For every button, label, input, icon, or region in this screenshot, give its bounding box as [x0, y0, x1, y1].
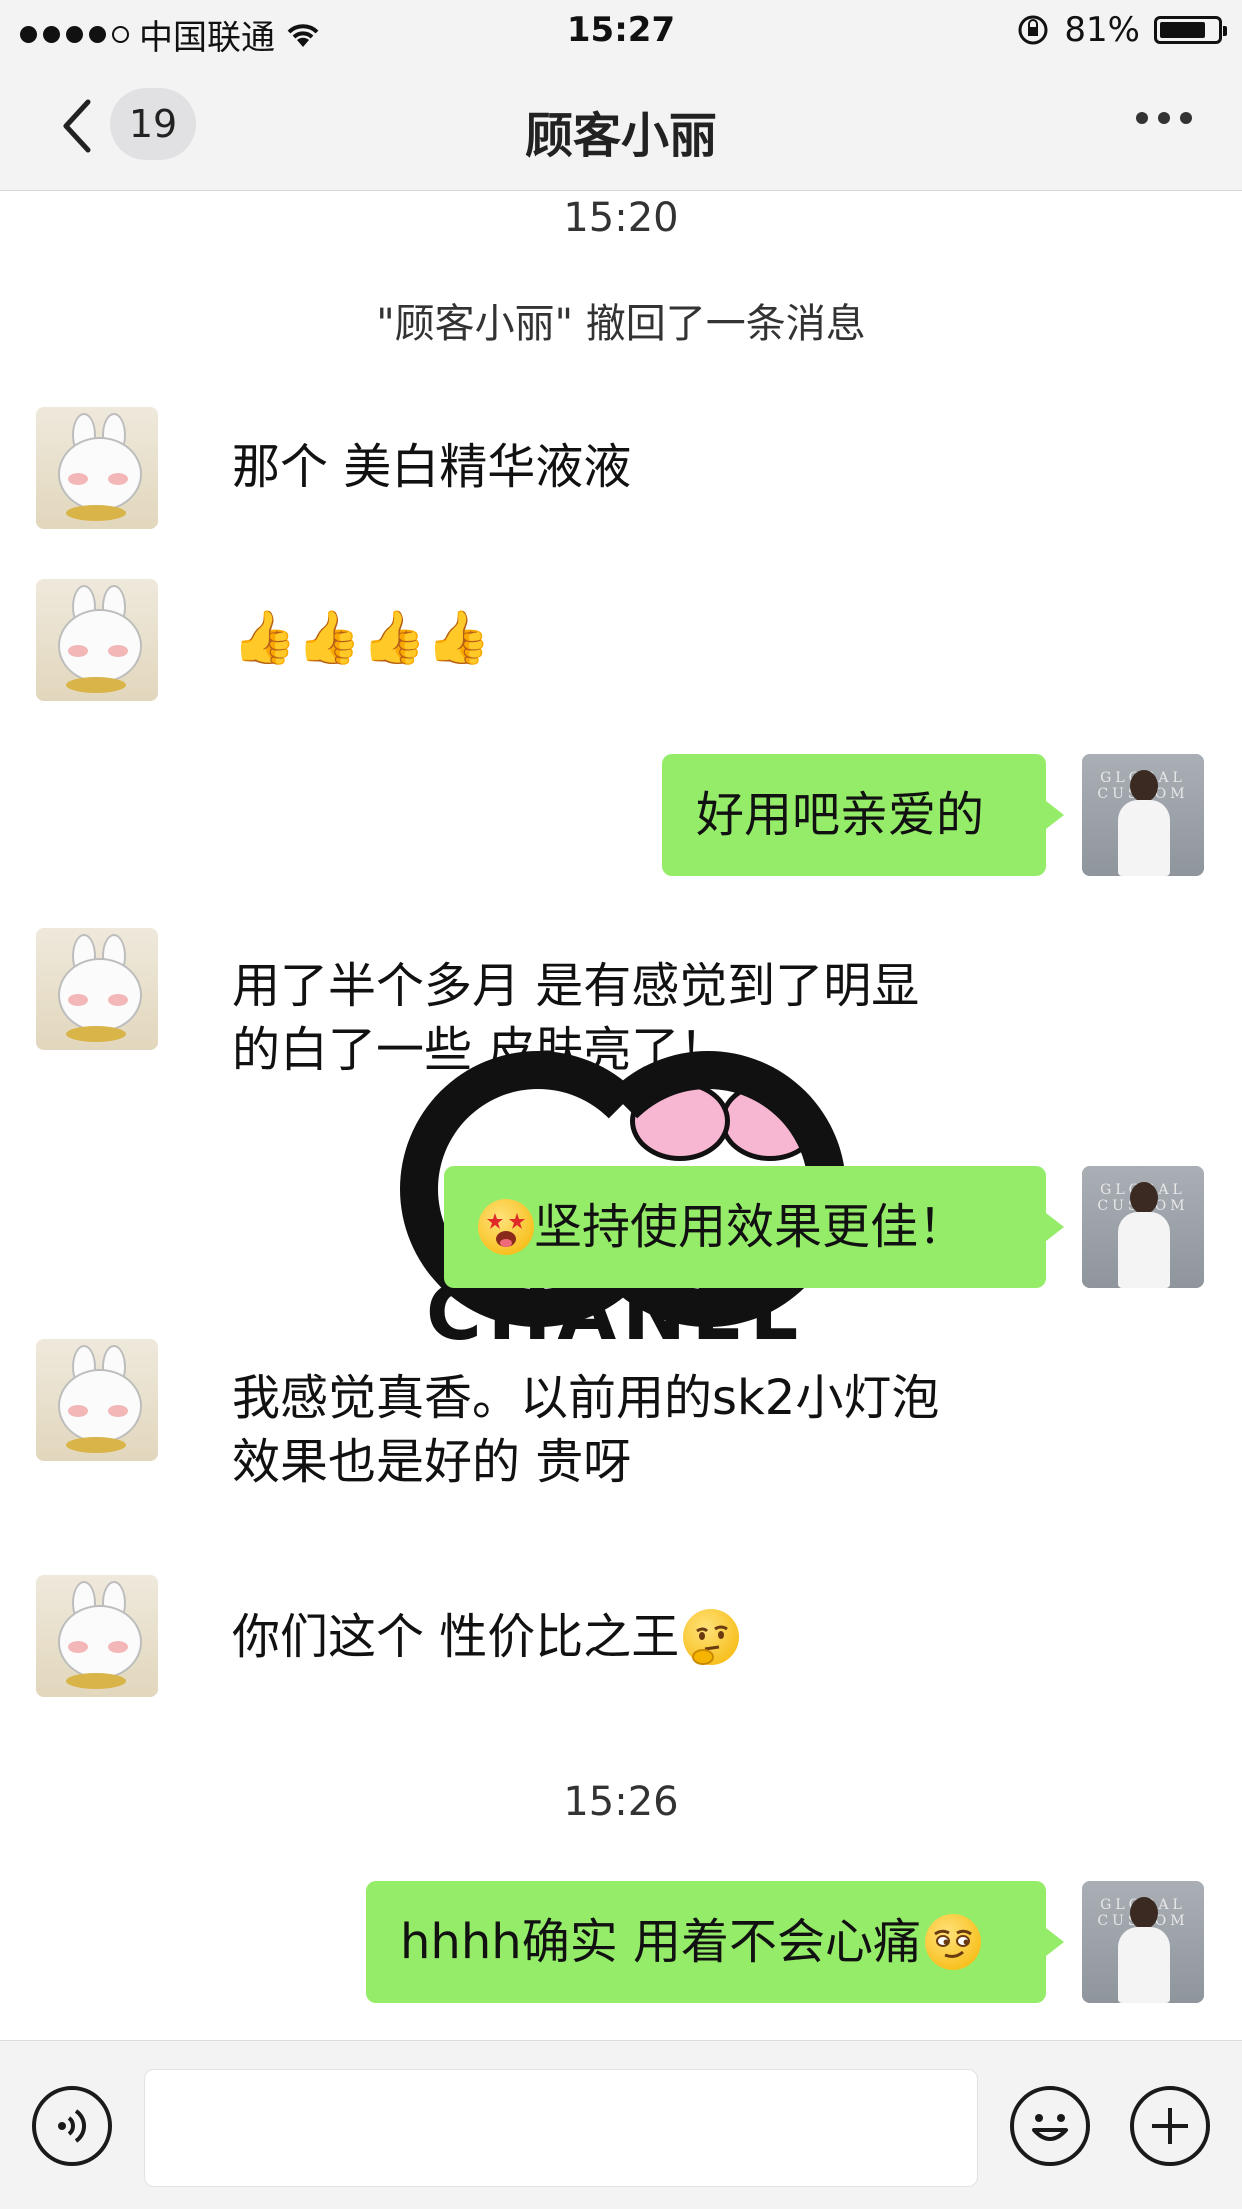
message-text: hhhh确实 用着不会心痛 [400, 1914, 921, 1970]
avatar[interactable]: GLOBAL CUSTOM [1082, 1881, 1204, 2003]
message-text: 坚持使用效果更佳！ [534, 1199, 967, 1255]
thumbs-up-emoji-message[interactable]: 👍👍👍👍 [232, 606, 491, 670]
message-line: 效果也是好的 贵呀 [232, 1434, 632, 1490]
avatar[interactable]: GLOBAL CUSTOM [1082, 754, 1204, 876]
avatar[interactable] [36, 928, 158, 1050]
thinking-emoji-icon [683, 1609, 740, 1665]
message-text[interactable]: 我感觉真香。以前用的sk2小灯泡 效果也是好的 贵呀 [232, 1366, 939, 1494]
input-bar [0, 2040, 1242, 2209]
chat-title: 顾客小丽 [524, 108, 717, 164]
message-bubble[interactable]: 好用吧亲爱的 [662, 754, 1064, 876]
nav-bar: 19 顾客小丽 [0, 62, 1242, 191]
battery-icon [1154, 16, 1227, 44]
avatar[interactable] [36, 1575, 158, 1697]
message-line: 的白了一些 皮肤亮了！ [232, 1022, 728, 1078]
battery-percent: 81% [1064, 10, 1140, 50]
message-bubble[interactable]: hhhh确实 用着不会心痛 [366, 1881, 1064, 2003]
message-text[interactable]: 用了半个多月 是有感觉到了明显 的白了一些 皮肤亮了！ [232, 954, 919, 1082]
message-text[interactable]: 那个 美白精华液液 [232, 435, 631, 499]
rotation-lock-icon [1018, 15, 1048, 45]
battery-fill [1160, 22, 1205, 38]
plus-icon[interactable] [1130, 2086, 1210, 2166]
message-line: 我感觉真香。以前用的sk2小灯泡 [232, 1370, 940, 1426]
avatar[interactable] [36, 407, 158, 529]
chat-area[interactable]: 15:20 "顾客小丽" 撤回了一条消息 CHANEL 那个 美白精华液液 👍👍… [0, 191, 1242, 2040]
avatar[interactable]: GLOBAL CUSTOM [1082, 1166, 1204, 1288]
smirk-emoji-icon [924, 1914, 981, 1970]
timestamp: 15:26 [563, 1779, 679, 1825]
status-right: 81% [1016, 10, 1227, 50]
star-eyes-emoji-icon [478, 1199, 534, 1255]
message-text[interactable]: 你们这个 性价比之王 [232, 1605, 740, 1669]
timestamp: 15:20 [563, 195, 679, 241]
recall-notice: "顾客小丽" 撤回了一条消息 [376, 301, 866, 347]
message-line: 你们这个 性价比之王 [232, 1609, 680, 1665]
avatar[interactable] [36, 579, 158, 701]
status-bar: 中国联通 15:27 81% [0, 0, 1242, 62]
message-input[interactable] [144, 2069, 978, 2187]
message-text: 好用吧亲爱的 [696, 787, 985, 843]
voice-icon[interactable] [32, 2086, 112, 2166]
avatar[interactable] [36, 1339, 158, 1461]
emoji-face-icon[interactable] [1010, 2086, 1090, 2166]
message-bubble[interactable]: 坚持使用效果更佳！ [444, 1166, 1064, 1288]
message-line: 用了半个多月 是有感觉到了明显 [232, 958, 920, 1014]
more-dots-icon[interactable] [1136, 112, 1192, 124]
